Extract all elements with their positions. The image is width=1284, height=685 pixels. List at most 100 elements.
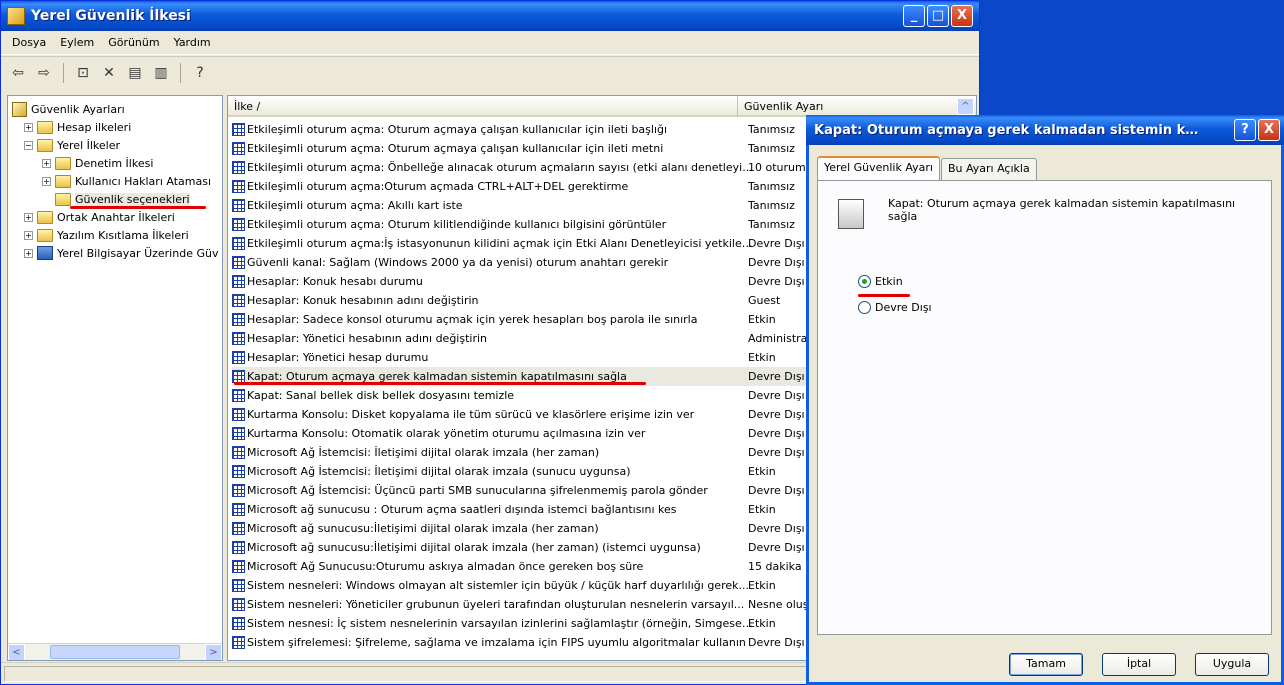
minimize-button[interactable]: _ — [903, 5, 925, 27]
option-disabled[interactable]: Devre Dışı — [858, 301, 932, 314]
policy-setting-value: Tanımsız — [748, 123, 795, 136]
policy-name: Sistem nesneleri: Windows olmayan alt si… — [247, 579, 749, 592]
delete-icon[interactable]: ✕ — [98, 62, 120, 84]
policy-setting-value: Guest — [748, 294, 781, 307]
expand-icon[interactable]: + — [42, 176, 51, 186]
menu-file[interactable]: Dosya — [5, 34, 53, 51]
expand-icon[interactable]: + — [24, 248, 33, 258]
expand-icon[interactable]: + — [24, 122, 33, 132]
scroll-right-icon[interactable]: > — [205, 643, 222, 660]
folder-open-icon — [55, 192, 71, 206]
tree-pane: Güvenlik Ayarları + Hesap ilkeleri − Yer… — [7, 95, 223, 661]
policy-name: Microsoft ağ sunucusu : Oturum açma saat… — [247, 503, 677, 516]
expand-icon[interactable]: + — [42, 158, 51, 168]
tree-item-label: Hesap ilkeleri — [57, 120, 132, 134]
policy-setting-value: Etkin — [748, 579, 776, 592]
policy-name: Sistem nesneleri: Yöneticiler grubunun ü… — [247, 598, 745, 611]
list-header: İlke / Güvenlik Ayarı ^ — [228, 96, 976, 117]
main-titlebar[interactable]: Yerel Güvenlik İlkesi _ □ X — [1, 1, 979, 31]
policy-setting-value: Tanımsız — [748, 180, 795, 193]
policy-icon — [232, 180, 245, 193]
option-enabled[interactable]: Etkin — [858, 275, 903, 288]
apply-button[interactable]: Uygula — [1195, 653, 1269, 676]
help-icon[interactable]: ? — [189, 62, 211, 84]
policy-icon — [232, 617, 245, 630]
export-icon[interactable]: ▥ — [150, 62, 172, 84]
policy-name: Kurtarma Konsolu: Disket kopyalama ile t… — [247, 408, 695, 421]
cancel-button[interactable]: İptal — [1102, 653, 1176, 676]
policy-name: Hesaplar: Konuk hesabı durumu — [247, 275, 423, 288]
dialog-close-button[interactable]: X — [1258, 119, 1280, 141]
tree-item-audit-policy[interactable]: + Denetim İlkesi — [42, 154, 153, 172]
dialog-title: Kapat: Oturum açmaya gerek kalmadan sist… — [814, 122, 1204, 138]
folder-icon — [37, 120, 53, 134]
tab-local-security-setting[interactable]: Yerel Güvenlik Ayarı — [817, 156, 940, 180]
policy-description: Kapat: Oturum açmaya gerek kalmadan sist… — [888, 197, 1236, 223]
tree-horizontal-scrollbar[interactable]: < > — [8, 643, 222, 660]
tree-item-label: Yerel Bilgisayar Üzerinde Güv — [57, 246, 219, 260]
tree-item-ip-security[interactable]: + Yerel Bilgisayar Üzerinde Güv — [24, 244, 218, 262]
option-label: Etkin — [875, 275, 903, 288]
policy-icon — [232, 351, 245, 364]
expand-icon[interactable]: + — [24, 212, 33, 222]
policy-name: Microsoft ağ sunucusu:İletişimi dijital … — [247, 522, 599, 535]
policy-name: Etkileşimli oturum açma:İş istasyonunun … — [247, 237, 755, 250]
close-button[interactable]: X — [951, 5, 973, 27]
menu-help[interactable]: Yardım — [167, 34, 218, 51]
radio-unchecked-icon[interactable] — [858, 301, 871, 314]
policy-icon — [232, 465, 245, 478]
policy-icon — [232, 142, 245, 155]
policy-icon — [232, 123, 245, 136]
policy-icon — [232, 503, 245, 516]
ok-button[interactable]: Tamam — [1009, 653, 1083, 676]
tree-item-root[interactable]: Güvenlik Ayarları — [12, 100, 125, 118]
tree-item-software-restriction[interactable]: + Yazılım Kısıtlama İlkeleri — [24, 226, 189, 244]
expand-icon[interactable]: + — [24, 230, 33, 240]
policy-icon — [232, 275, 245, 288]
policy-name: Microsoft Ağ İstemcisi: İletişimi dijita… — [247, 446, 600, 459]
dialog-tabs: Yerel Güvenlik Ayarı Bu Ayarı Açıkla — [817, 156, 1038, 180]
tree-item-label: Yerel İlkeler — [57, 138, 121, 152]
back-arrow-icon[interactable]: ⇦ — [7, 62, 29, 84]
collapse-icon[interactable]: − — [24, 140, 33, 150]
policy-setting-value: Devre Dışı — [748, 237, 805, 250]
column-header-policy[interactable]: İlke / — [228, 96, 738, 117]
red-annotation-underline — [234, 382, 646, 385]
policy-setting-value: Devre Dışı — [748, 636, 805, 649]
policy-setting-value: Administrat — [748, 332, 810, 345]
policy-setting-value: 15 dakika — [748, 560, 802, 573]
dialog-titlebar[interactable]: Kapat: Oturum açmaya gerek kalmadan sist… — [806, 115, 1284, 145]
policy-icon — [232, 332, 245, 345]
scroll-up-icon[interactable]: ^ — [957, 98, 974, 115]
menu-action[interactable]: Eylem — [53, 34, 101, 51]
column-header-setting[interactable]: Güvenlik Ayarı — [738, 96, 976, 117]
forward-arrow-icon[interactable]: ⇨ — [33, 62, 55, 84]
tree-item-public-key-policies[interactable]: + Ortak Anahtar İlkeleri — [24, 208, 175, 226]
tree-item-user-rights[interactable]: + Kullanıcı Hakları Ataması — [42, 172, 211, 190]
policy-setting-value: Devre Dışı — [748, 427, 805, 440]
policy-setting-value: Tanımsız — [748, 199, 795, 212]
policy-name: Microsoft ağ sunucusu:İletişimi dijital … — [247, 541, 701, 554]
maximize-button[interactable]: □ — [927, 5, 949, 27]
tree-item-local-policies[interactable]: − Yerel İlkeler — [24, 136, 120, 154]
policy-setting-value: Tanımsız — [748, 218, 795, 231]
red-annotation-underline — [858, 294, 910, 297]
help-button[interactable]: ? — [1234, 119, 1256, 141]
menu-view[interactable]: Görünüm — [101, 34, 166, 51]
tree-item-account-policies[interactable]: + Hesap ilkeleri — [24, 118, 131, 136]
security-policy-icon — [7, 7, 25, 25]
policy-icon — [232, 408, 245, 421]
tree-item-label: Denetim İlkesi — [75, 156, 154, 170]
policy-icon — [232, 237, 245, 250]
main-window-title: Yerel Güvenlik İlkesi — [31, 8, 191, 24]
properties-icon[interactable]: ▤ — [124, 62, 146, 84]
scrollbar-thumb[interactable] — [50, 645, 180, 659]
policy-setting-value: Etkin — [748, 351, 776, 364]
policy-setting-value: Devre Dışı — [748, 256, 805, 269]
radio-checked-icon[interactable] — [858, 275, 871, 288]
option-label: Devre Dışı — [875, 301, 932, 314]
policy-name: Etkileşimli oturum açma: Oturum kilitlen… — [247, 218, 667, 231]
up-folder-icon[interactable]: ⊡ — [72, 62, 94, 84]
scroll-left-icon[interactable]: < — [8, 643, 25, 660]
tab-explain[interactable]: Bu Ayarı Açıkla — [940, 158, 1037, 180]
